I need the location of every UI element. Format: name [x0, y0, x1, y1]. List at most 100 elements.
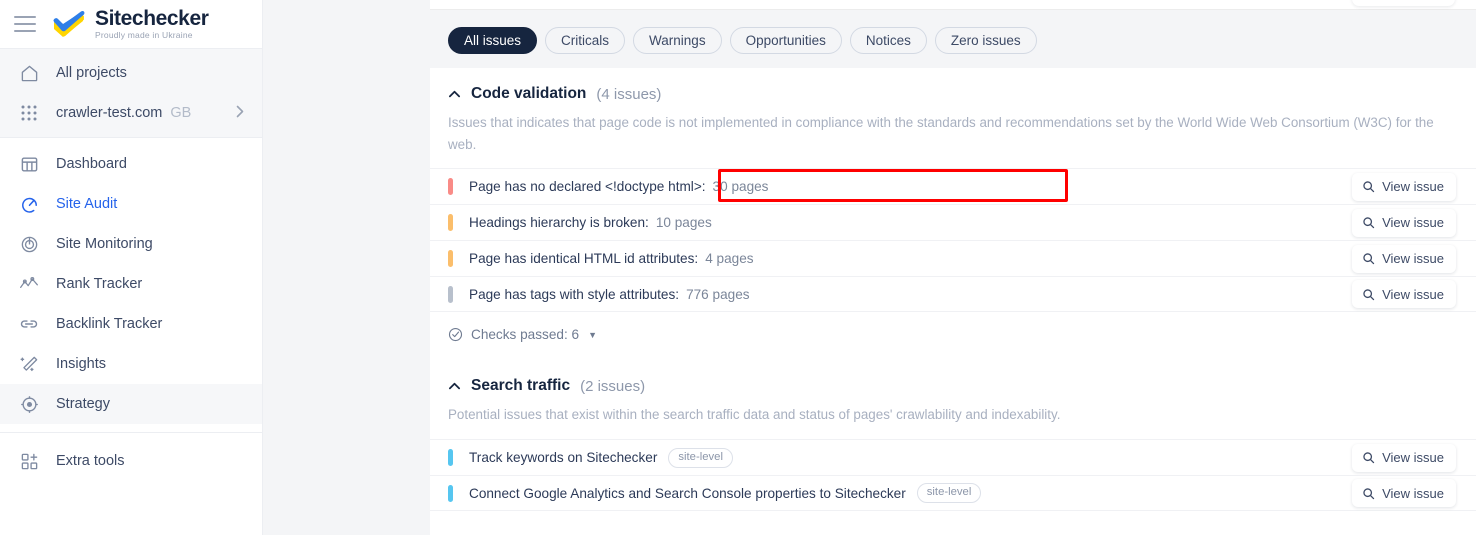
view-issue-button[interactable]: View issue [1352, 443, 1456, 472]
sidebar-item-label: crawler-test.com [56, 105, 163, 121]
section-header-code-validation[interactable]: Code validation (4 issues) [430, 68, 1476, 103]
issue-label: Page has no declared <!doctype html>: [469, 179, 706, 195]
issue-filter-chips: All issues Criticals Warnings Opportunit… [430, 10, 1476, 68]
filter-chip-warnings[interactable]: Warnings [633, 27, 722, 54]
magic-wand-icon [18, 353, 40, 375]
issue-row[interactable]: Track keywords on Sitechecker site-level… [430, 439, 1476, 475]
view-issue-button[interactable]: View issue [1352, 208, 1456, 237]
dashboard-icon [18, 153, 40, 175]
issue-row[interactable]: Page has no declared <!doctype html>: 30… [430, 168, 1476, 204]
issues-white-panel: Code validation (4 issues) Issues that i… [430, 68, 1476, 535]
section-header-search-traffic[interactable]: Search traffic (2 issues) [430, 360, 1476, 395]
issue-label: Track keywords on Sitechecker [469, 450, 658, 466]
filter-chip-zero-issues[interactable]: Zero issues [934, 27, 1037, 54]
sidebar-item-label: Strategy [56, 396, 110, 412]
sidebar-item-label: Insights [56, 356, 106, 372]
extra-tools-icon [18, 450, 40, 472]
search-icon [1363, 217, 1375, 229]
rank-tracker-icon [18, 273, 40, 295]
sidebar-item-strategy[interactable]: Strategy [0, 384, 262, 424]
view-issue-label: View issue [1382, 215, 1444, 231]
view-issue-button[interactable]: View issue [1352, 280, 1456, 309]
severity-indicator-opportunity [448, 449, 453, 467]
site-audit-icon [18, 193, 40, 215]
sidebar-item-backlink-tracker[interactable]: Backlink Tracker [0, 304, 262, 344]
view-issue-button[interactable]: View issue [1352, 479, 1456, 508]
caret-up-icon [448, 380, 461, 393]
issue-label: Connect Google Analytics and Search Cons… [469, 485, 906, 501]
view-issue-label: View issue [1382, 251, 1444, 267]
caret-up-icon [448, 88, 461, 101]
top-bar-remnant [430, 0, 1476, 10]
search-icon [1363, 289, 1375, 301]
section-issue-count: (4 issues) [596, 85, 662, 103]
issue-list-code-validation: Page has no declared <!doctype html>: 30… [430, 168, 1476, 313]
site-monitoring-icon [18, 233, 40, 255]
ukraine-check-icon [53, 11, 85, 37]
filter-chip-notices[interactable]: Notices [849, 27, 927, 54]
sidebar-item-label: Dashboard [56, 156, 127, 172]
target-icon [18, 393, 40, 415]
sidebar-item-label: Rank Tracker [56, 276, 143, 292]
sidebar: Sitechecker Proudly made in Ukraine All … [0, 0, 263, 535]
issue-count: 30 pages [712, 179, 769, 195]
search-icon [1363, 452, 1375, 464]
issue-row[interactable]: Connect Google Analytics and Search Cons… [430, 475, 1476, 512]
top-right-action-button[interactable] [1352, 0, 1455, 6]
sidebar-item-label: Backlink Tracker [56, 316, 163, 332]
issue-row[interactable]: Page has identical HTML id attributes: 4… [430, 240, 1476, 276]
issue-label: Page has identical HTML id attributes: [469, 251, 699, 267]
hamburger-menu-icon[interactable] [14, 16, 36, 32]
issue-count: 10 pages [655, 215, 712, 231]
section-code-validation: Code validation (4 issues) Issues that i… [430, 68, 1476, 342]
sidebar-header: Sitechecker Proudly made in Ukraine [0, 0, 262, 48]
severity-indicator-warning [448, 214, 453, 232]
severity-indicator-warning [448, 250, 453, 268]
section-title: Search traffic [471, 377, 571, 395]
view-issue-label: View issue [1382, 450, 1444, 466]
section-description: Issues that indicates that page code is … [448, 115, 1434, 152]
chevron-right-icon[interactable] [236, 105, 244, 121]
sidebar-item-extra-tools[interactable]: Extra tools [0, 441, 262, 481]
section-title: Code validation [471, 85, 587, 102]
issue-scope-tag: site-level [668, 447, 733, 468]
sidebar-project-group: All projects crawler-test.com GB [0, 48, 262, 138]
issue-row[interactable]: Page has tags with style attributes: 776… [430, 276, 1476, 313]
issue-count: 776 pages [686, 286, 750, 302]
issue-scope-tag: site-level [916, 483, 982, 504]
sidebar-item-crawler-test-com[interactable]: crawler-test.com GB [0, 93, 262, 133]
checks-passed-toggle[interactable]: Checks passed: 6 ▼ [430, 312, 1476, 342]
view-issue-button[interactable]: View issue [1352, 244, 1456, 273]
view-issue-label: View issue [1382, 179, 1444, 195]
search-icon [1363, 487, 1375, 499]
sidebar-item-insights[interactable]: Insights [0, 344, 262, 384]
link-icon [18, 313, 40, 335]
check-circle-icon [448, 328, 463, 342]
section-search-traffic: Search traffic (2 issues) Potential issu… [430, 360, 1476, 512]
logo-tagline: Proudly made in Ukraine [95, 30, 193, 41]
search-icon [1363, 253, 1375, 265]
sidebar-item-site-audit[interactable]: Site Audit [0, 184, 262, 224]
severity-indicator-notice [448, 285, 453, 303]
project-country-badge: GB [170, 105, 192, 121]
main-content: All issues Criticals Warnings Opportunit… [263, 0, 1476, 535]
search-icon [1363, 181, 1375, 193]
view-issue-label: View issue [1382, 286, 1444, 302]
sidebar-item-rank-tracker[interactable]: Rank Tracker [0, 264, 262, 304]
sidebar-item-dashboard[interactable]: Dashboard [0, 144, 262, 184]
caret-down-icon: ▼ [588, 329, 597, 340]
filter-chip-all-issues[interactable]: All issues [448, 27, 538, 54]
issues-panel: All issues Criticals Warnings Opportunit… [430, 10, 1476, 535]
app-root: Sitechecker Proudly made in Ukraine All … [0, 0, 1476, 535]
issue-row[interactable]: Headings hierarchy is broken: 10 pages V… [430, 204, 1476, 240]
view-issue-label: View issue [1382, 485, 1444, 501]
logo-name: Sitechecker [95, 7, 209, 31]
sidebar-item-site-monitoring[interactable]: Site Monitoring [0, 224, 262, 264]
sitechecker-logo[interactable]: Sitechecker Proudly made in Ukraine [52, 8, 209, 40]
sidebar-item-label: Extra tools [56, 453, 125, 469]
filter-chip-opportunities[interactable]: Opportunities [729, 27, 842, 54]
sidebar-item-all-projects[interactable]: All projects [0, 53, 262, 93]
filter-chip-criticals[interactable]: Criticals [545, 27, 626, 54]
view-issue-button[interactable]: View issue [1352, 172, 1456, 201]
issue-list-search-traffic: Track keywords on Sitechecker site-level… [430, 439, 1476, 512]
